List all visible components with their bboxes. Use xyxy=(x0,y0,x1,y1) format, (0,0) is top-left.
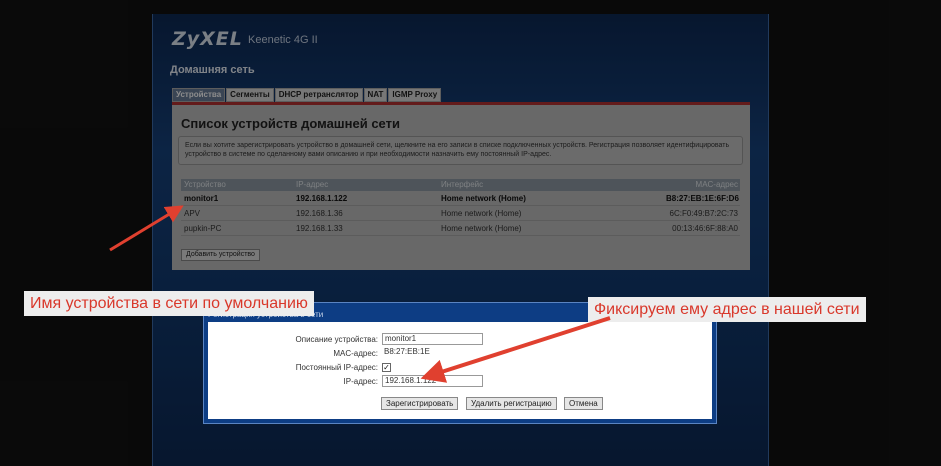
arrow-to-device xyxy=(109,205,184,252)
annotation-arrows xyxy=(109,205,611,383)
arrow-to-ip xyxy=(420,316,611,383)
screenshot: ZyXEL Keenetic 4G II Домашняя сеть Устро… xyxy=(0,0,941,466)
